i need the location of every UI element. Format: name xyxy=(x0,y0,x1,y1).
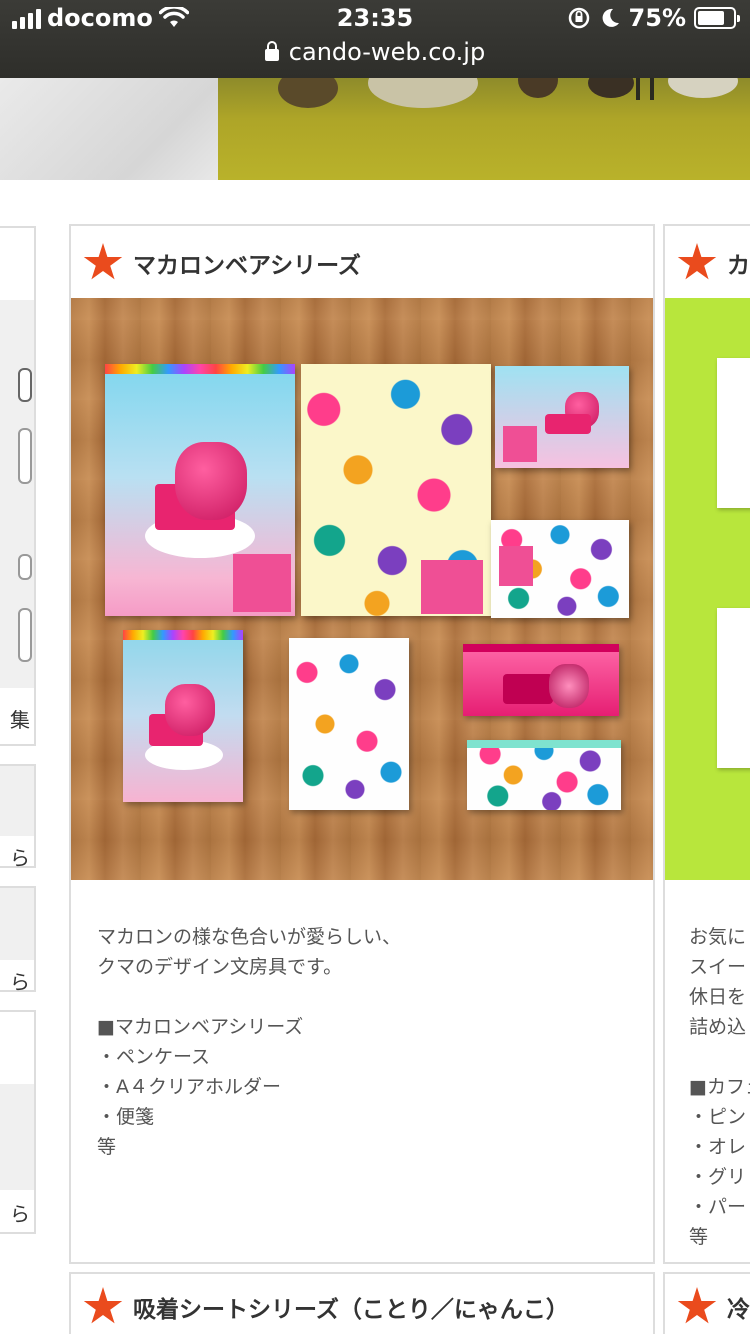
hero-image-right[interactable] xyxy=(218,78,750,180)
card-description: マカロンの様な色合いが愛らしい、 クマのデザイン文房具です。 ■マカロンベアシリ… xyxy=(71,896,401,1162)
description-line: 等 xyxy=(97,1136,117,1158)
pen-case-gummy xyxy=(467,740,621,810)
card-header: 冷蔵 xyxy=(665,1274,750,1334)
description-line: クマのデザイン文房具です。 xyxy=(97,956,343,978)
card-header: マカロンベアシリーズ xyxy=(71,226,653,300)
clear-holder-a4-gummy xyxy=(301,364,491,616)
description-line: ・ペンケース xyxy=(97,1046,211,1068)
description-line: 休日を xyxy=(689,986,747,1008)
card-header: 吸着シートシリーズ（ことり／にゃんこ） xyxy=(71,1274,653,1334)
pen-case-bear xyxy=(463,644,619,716)
prev-card-3-tail: ら xyxy=(10,970,30,994)
description-line: ・便箋 xyxy=(97,1106,155,1128)
product-photo[interactable] xyxy=(665,298,750,880)
prev-card-2-tail: ら xyxy=(10,846,30,870)
clear-holder-a4-bear xyxy=(105,364,295,616)
card-header: カフ xyxy=(665,226,750,300)
notebook-bear xyxy=(123,630,243,802)
card-title: 吸着シートシリーズ（ことり／にゃんこ） xyxy=(133,1297,569,1323)
description-line xyxy=(97,982,401,1012)
card-description: お気に スイー 休日を 詰め込 ■カフェ ・ピン ・オレ ・グリ ・パー 等 xyxy=(665,896,750,1252)
rotation-lock-icon xyxy=(568,7,589,29)
card-title: カフ xyxy=(727,253,750,279)
description-line: 等 xyxy=(689,1226,709,1248)
description-line: ■マカロンベアシリーズ xyxy=(97,1016,304,1038)
card-title: 冷蔵 xyxy=(727,1297,750,1323)
prev-card-1[interactable]: 集 xyxy=(0,226,36,746)
description-line: スイー xyxy=(689,956,747,978)
lock-icon xyxy=(264,41,279,61)
letter-set-gummy xyxy=(491,520,629,618)
prev-card-2[interactable]: ら xyxy=(0,764,36,870)
description-line: ■カフェ xyxy=(689,1076,750,1098)
description-line: ・A４クリアホルダー xyxy=(97,1076,281,1098)
description-line: ・オレ xyxy=(689,1136,747,1158)
battery-level xyxy=(698,11,724,25)
battery-percent: 75% xyxy=(628,4,686,32)
star-icon xyxy=(677,243,717,280)
status-right: 75% xyxy=(567,4,740,32)
star-icon xyxy=(83,1287,123,1324)
prev-card-4-tail: ら xyxy=(10,1202,30,1226)
notebook-gummy xyxy=(289,638,409,810)
description-line: マカロンの様な色合いが愛らしい、 xyxy=(97,926,402,948)
url-text: cando-web.co.jp xyxy=(288,38,486,66)
prev-card-4[interactable]: ら xyxy=(0,1010,36,1234)
hero-image-left[interactable] xyxy=(0,78,218,180)
status-bar: docomo 23:35 75% cando-web.co.jp xyxy=(0,0,750,78)
description-line: お気に xyxy=(689,926,747,948)
product-card-cafe[interactable]: カフ お気に スイー 休日を 詰め込 ■カフェ ・ピン ・オレ ・グリ ・パー … xyxy=(663,224,750,1264)
description-line: 詰め込 xyxy=(689,1016,747,1038)
star-icon xyxy=(83,243,123,280)
description-line xyxy=(689,1042,750,1072)
url-bar[interactable]: cando-web.co.jp xyxy=(0,38,750,66)
star-icon xyxy=(677,1287,717,1324)
prev-card-1-tail: 集 xyxy=(10,708,30,732)
product-card-refrigerator[interactable]: 冷蔵 xyxy=(663,1272,750,1334)
description-line: ・パー xyxy=(689,1196,747,1218)
battery-icon xyxy=(694,7,740,29)
product-card-macaron-bear[interactable]: マカロンベアシリーズ マカロンの様な色合いが愛らしい、 クマのデザイン文房具です… xyxy=(69,224,655,1264)
product-photo[interactable] xyxy=(71,298,653,880)
description-line: ・グリ xyxy=(689,1166,747,1188)
moon-icon xyxy=(602,8,619,27)
prev-card-3[interactable]: ら xyxy=(0,886,36,994)
card-title: マカロンベアシリーズ xyxy=(133,253,361,279)
product-card-suction-sheet[interactable]: 吸着シートシリーズ（ことり／にゃんこ） xyxy=(69,1272,655,1334)
letter-set-bear xyxy=(495,366,629,468)
page: docomo 23:35 75% cando-web.co.jp 集 ら ら ら… xyxy=(0,0,750,1334)
description-line: ・ピン xyxy=(689,1106,747,1128)
